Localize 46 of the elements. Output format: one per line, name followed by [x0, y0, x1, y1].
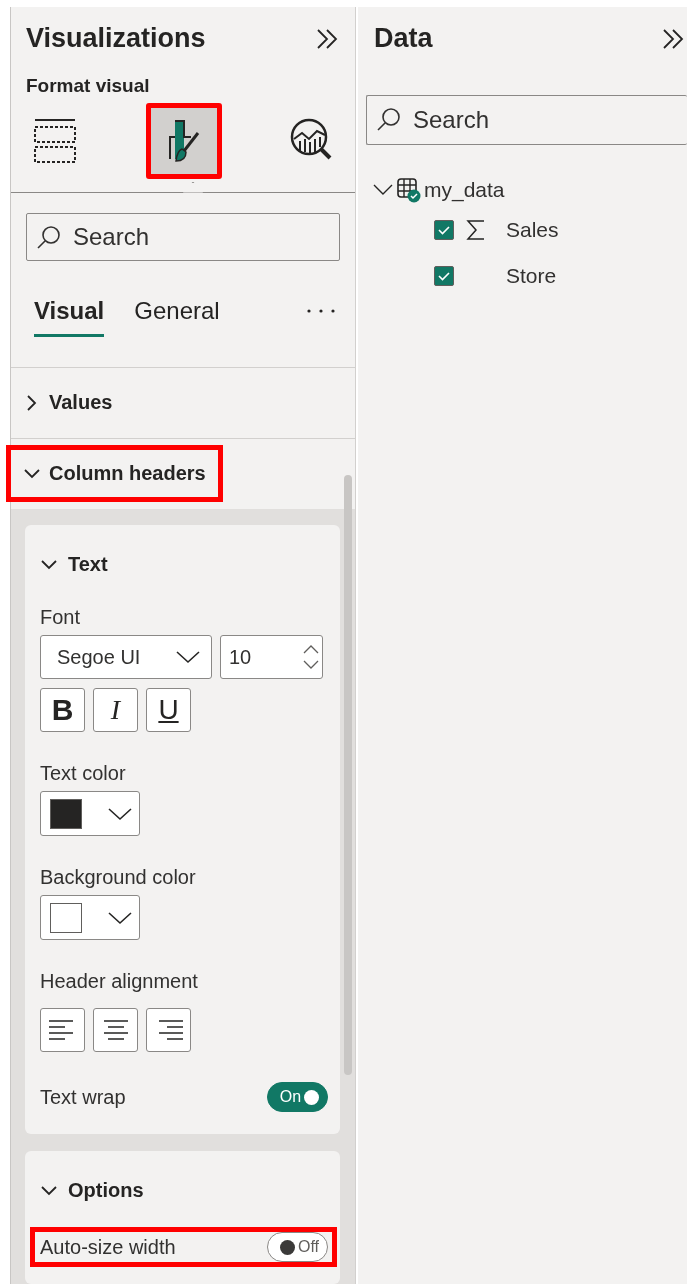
- field-label: Text wrap: [40, 1085, 126, 1109]
- sigma-icon: [466, 219, 486, 241]
- bold-button[interactable]: B: [40, 688, 85, 732]
- underline-button[interactable]: U: [146, 688, 191, 732]
- table-icon: [396, 177, 422, 203]
- field-label: Auto-size width: [40, 1235, 176, 1259]
- tab[interactable]: Visual: [34, 296, 105, 337]
- chevron-down-icon: [107, 909, 133, 926]
- search-icon: [376, 106, 402, 132]
- align-center-button[interactable]: [93, 1008, 138, 1052]
- field-name[interactable]: Store: [506, 264, 557, 288]
- pane-subtitle: Format visual: [25, 74, 151, 97]
- field-name[interactable]: Sales: [506, 218, 559, 242]
- card-header[interactable]: Text: [40, 547, 108, 576]
- section-header[interactable]: Values: [6, 374, 130, 432]
- check-icon: [437, 223, 451, 237]
- toggle-switch[interactable]: Off: [267, 1232, 328, 1262]
- section-header[interactable]: Column headers: [6, 445, 223, 503]
- tab[interactable]: General: [126, 296, 220, 333]
- search-field[interactable]: Search: [26, 212, 340, 261]
- panel-title: Visualizations: [26, 23, 206, 54]
- align-right-button[interactable]: [146, 1008, 191, 1052]
- chevron-down-icon: [107, 805, 133, 822]
- field-label: Background color: [40, 866, 197, 889]
- format-visual-button[interactable]: [146, 103, 222, 179]
- chevron-down-icon: [175, 649, 201, 665]
- field-label: Font: [40, 606, 82, 629]
- checkbox[interactable]: [434, 266, 454, 286]
- check-icon: [437, 269, 451, 283]
- card-header[interactable]: Options: [40, 1173, 144, 1202]
- field-label: Text color: [40, 762, 127, 785]
- field-label: Header alignment: [40, 970, 199, 993]
- search-icon: [36, 223, 62, 250]
- toggle-switch[interactable]: On: [267, 1082, 328, 1112]
- font-dropdown[interactable]: Segoe UI: [40, 635, 212, 679]
- font-size-field[interactable]: 10: [220, 635, 323, 679]
- search-field[interactable]: Search: [366, 95, 687, 145]
- more-options-icon[interactable]: [306, 307, 336, 314]
- align-left-button[interactable]: [40, 1008, 85, 1052]
- table-name[interactable]: my_data: [424, 178, 505, 202]
- checkbox[interactable]: [434, 220, 454, 240]
- color-picker[interactable]: [40, 895, 140, 940]
- panel-title: Data: [374, 23, 433, 54]
- italic-button[interactable]: I: [93, 688, 138, 732]
- scrollbar[interactable]: [344, 475, 352, 1075]
- color-picker[interactable]: [40, 791, 140, 836]
